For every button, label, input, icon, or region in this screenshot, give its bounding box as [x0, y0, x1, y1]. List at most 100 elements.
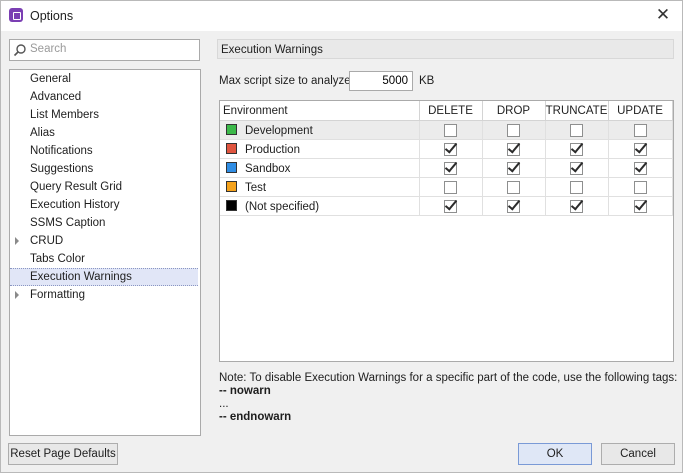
update-cell	[608, 139, 673, 159]
delete-checkbox[interactable]	[444, 199, 457, 213]
tree-item-label: Advanced	[30, 91, 82, 103]
environment-cell: Sandbox	[220, 158, 420, 178]
truncate-checkbox[interactable]	[570, 142, 583, 156]
environment-cell: (Not specified)	[220, 196, 420, 216]
drop-cell	[482, 196, 546, 216]
truncate-checkbox[interactable]	[570, 161, 583, 175]
search-icon	[13, 44, 26, 57]
note-ellipsis: ...	[219, 398, 229, 410]
update-cell	[608, 196, 673, 216]
update-checkbox[interactable]	[633, 161, 647, 175]
environment-cell: Test	[220, 177, 420, 197]
update-checkbox[interactable]	[633, 199, 647, 213]
environment-name: Production	[245, 143, 300, 156]
drop-checkbox[interactable]	[507, 180, 520, 194]
expand-arrow-icon[interactable]	[15, 237, 19, 245]
grid-row: Sandbox	[220, 158, 673, 178]
delete-cell	[419, 177, 483, 197]
tree-item-advanced[interactable]: Advanced	[10, 88, 198, 106]
grid-row: (Not specified)	[220, 196, 673, 216]
drop-checkbox[interactable]	[507, 142, 520, 156]
environment-name: Test	[245, 181, 267, 194]
drop-cell	[482, 158, 546, 178]
drop-cell	[482, 139, 546, 159]
note-tag-endnowarn: -- endnowarn	[219, 411, 292, 423]
truncate-cell	[545, 139, 609, 159]
max-size-label: Max script size to analyze:	[219, 75, 354, 87]
tree-item-notifications[interactable]: Notifications	[10, 142, 198, 160]
column-header-truncate[interactable]: TRUNCATE	[545, 101, 609, 121]
drop-checkbox[interactable]	[507, 123, 520, 137]
tree-item-crud[interactable]: CRUD	[10, 232, 198, 250]
app-logo-icon	[9, 8, 23, 22]
tree-item-execution-history[interactable]: Execution History	[10, 196, 198, 214]
tree-item-label: Execution History	[30, 199, 120, 211]
delete-cell	[419, 139, 483, 159]
section-header: Execution Warnings	[217, 39, 674, 59]
tree-item-label: Formatting	[30, 289, 85, 301]
column-header-environment[interactable]: Environment	[220, 101, 420, 121]
tree-item-label: Tabs Color	[30, 253, 85, 265]
column-header-update[interactable]: UPDATE	[608, 101, 673, 121]
tree-item-label: Notifications	[30, 145, 93, 157]
delete-checkbox[interactable]	[444, 123, 457, 137]
note-block: Note: To disable Execution Warnings for …	[219, 372, 677, 424]
grid-row: Production	[220, 139, 673, 159]
column-header-delete[interactable]: DELETE	[419, 101, 483, 121]
cancel-button[interactable]: Cancel	[601, 443, 675, 465]
tree-item-label: SSMS Caption	[30, 217, 106, 229]
search-box[interactable]	[9, 39, 200, 61]
environment-name: Development	[245, 124, 313, 137]
tree-item-list-members[interactable]: List Members	[10, 106, 198, 124]
tree-item-general[interactable]: General	[10, 70, 198, 88]
update-cell	[608, 158, 673, 178]
drop-checkbox[interactable]	[507, 161, 520, 175]
search-input[interactable]	[30, 41, 194, 57]
delete-cell	[419, 158, 483, 178]
tree-item-execution-warnings[interactable]: Execution Warnings	[10, 268, 198, 286]
note-text: Note: To disable Execution Warnings for …	[219, 372, 678, 384]
reset-page-defaults-button[interactable]: Reset Page Defaults	[8, 443, 118, 465]
tree-item-formatting[interactable]: Formatting	[10, 286, 198, 304]
grid-row: Development	[220, 120, 673, 140]
column-header-drop[interactable]: DROP	[482, 101, 546, 121]
options-window: Options ✕ General Advanced List Members Ali…	[0, 0, 683, 473]
tree-item-label: Suggestions	[30, 163, 94, 175]
drop-cell	[482, 120, 546, 140]
grid-header-row: Environment DELETE DROP TRUNCATE UPDATE	[220, 101, 673, 121]
environment-color-swatch	[226, 199, 237, 211]
truncate-cell	[545, 120, 609, 140]
tree-item-tabs-color[interactable]: Tabs Color	[10, 250, 198, 268]
title-bar: Options ✕	[1, 1, 682, 31]
truncate-cell	[545, 196, 609, 216]
tree-item-suggestions[interactable]: Suggestions	[10, 160, 198, 178]
environment-cell: Development	[220, 120, 420, 140]
delete-checkbox[interactable]	[444, 161, 457, 175]
grid-row: Test	[220, 177, 673, 197]
environment-color-swatch	[226, 161, 237, 173]
warnings-grid: Environment DELETE DROP TRUNCATE UPDATE …	[219, 100, 674, 362]
truncate-checkbox[interactable]	[570, 180, 583, 194]
max-size-input[interactable]	[349, 71, 413, 91]
update-checkbox[interactable]	[633, 123, 647, 137]
truncate-checkbox[interactable]	[570, 123, 583, 137]
tree-item-ssms-caption[interactable]: SSMS Caption	[10, 214, 198, 232]
environment-cell: Production	[220, 139, 420, 159]
environment-name: (Not specified)	[245, 200, 320, 213]
tree-item-query-result-grid[interactable]: Query Result Grid	[10, 178, 198, 196]
delete-checkbox[interactable]	[444, 180, 457, 194]
environment-color-swatch	[226, 142, 237, 154]
close-icon[interactable]: ✕	[652, 5, 674, 27]
environment-name: Sandbox	[245, 162, 291, 175]
expand-arrow-icon[interactable]	[15, 291, 19, 299]
tree-item-alias[interactable]: Alias	[10, 124, 198, 142]
update-checkbox[interactable]	[633, 142, 647, 156]
options-tree: General Advanced List Members Alias Notifica…	[9, 69, 201, 436]
drop-checkbox[interactable]	[507, 199, 520, 213]
ok-button[interactable]: OK	[518, 443, 592, 465]
update-checkbox[interactable]	[633, 180, 647, 194]
delete-cell	[419, 120, 483, 140]
tree-item-label: General	[30, 73, 71, 85]
truncate-checkbox[interactable]	[570, 199, 583, 213]
delete-checkbox[interactable]	[444, 142, 457, 156]
